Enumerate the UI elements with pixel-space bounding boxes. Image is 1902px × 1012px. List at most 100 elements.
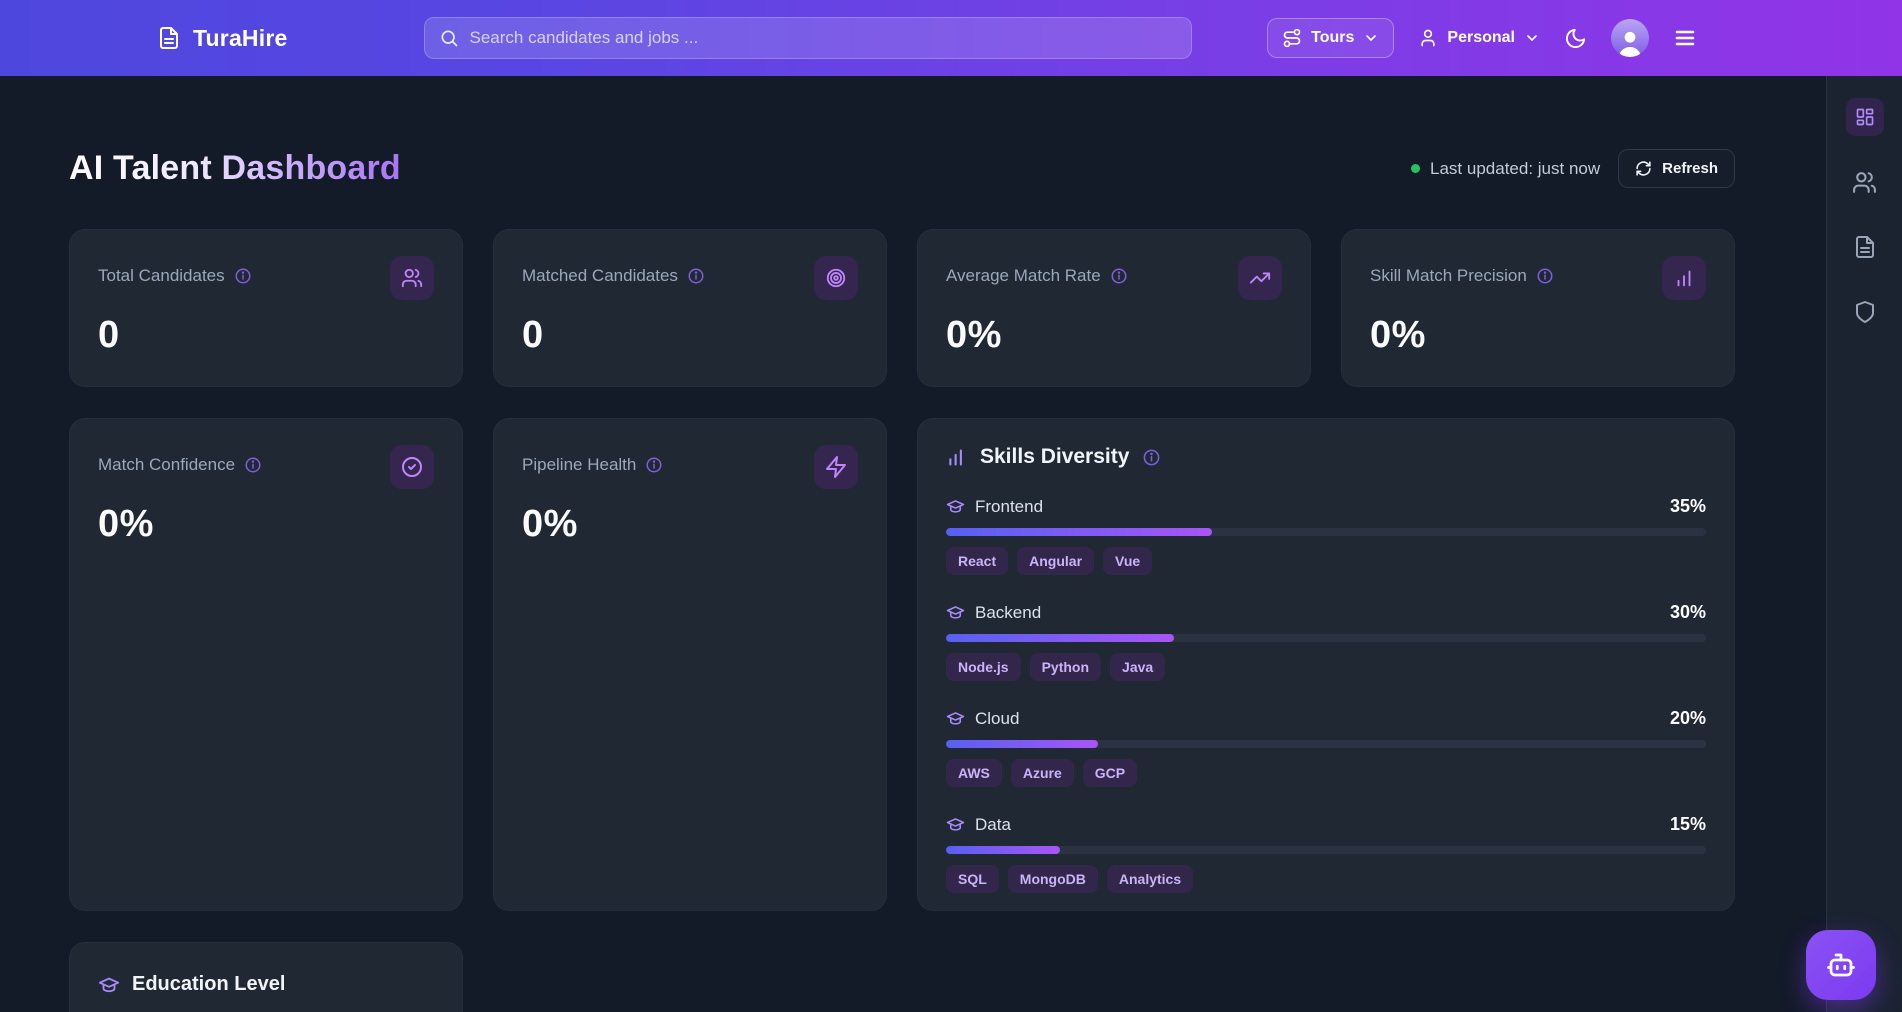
progress-bar [946, 634, 1706, 642]
dark-mode-toggle[interactable] [1564, 27, 1587, 50]
refresh-button[interactable]: Refresh [1618, 149, 1735, 188]
skill-tag: GCP [1082, 759, 1138, 787]
tours-button[interactable]: Tours [1267, 18, 1395, 58]
skill-tag: SQL [946, 865, 999, 893]
info-icon[interactable] [687, 267, 705, 285]
stat-value: 0% [946, 314, 1002, 356]
stat-value: 0% [1370, 314, 1426, 356]
main-content: AI Talent Dashboard Last updated: just n… [0, 76, 1826, 1012]
graduation-cap-icon [946, 709, 965, 728]
progress-fill [946, 740, 1098, 748]
bot-icon [1826, 950, 1856, 980]
progress-fill [946, 846, 1060, 854]
skill-row-backend: Backend 30% Node.js Python Java [946, 602, 1706, 681]
menu-icon [1673, 26, 1697, 50]
skill-tag: Angular [1017, 547, 1095, 575]
graduation-cap-icon [946, 815, 965, 834]
sidebar-item-documents[interactable] [1846, 228, 1884, 266]
users-icon [390, 256, 434, 300]
stat-label: Match Confidence [98, 455, 236, 474]
person-icon [1615, 27, 1645, 57]
skill-row-frontend: Frontend 35% React Angular Vue [946, 496, 1706, 575]
progress-bar [946, 528, 1706, 536]
stat-card-total-candidates: Total Candidates 0 [69, 229, 463, 387]
sidebar-item-dashboard[interactable] [1845, 98, 1884, 136]
stats-row-3: Education Level [69, 942, 1735, 1012]
info-icon[interactable] [645, 456, 663, 474]
chevron-down-icon [1524, 30, 1540, 46]
file-text-icon [157, 26, 181, 50]
bar-chart-icon [1662, 256, 1706, 300]
page-title-main: AI Talent [69, 149, 212, 187]
search-input[interactable] [469, 28, 1178, 48]
skill-tag: Azure [1010, 759, 1074, 787]
account-label: Personal [1447, 29, 1515, 46]
info-icon[interactable] [244, 456, 262, 474]
skill-name: Data [975, 814, 1011, 834]
skill-tag: React [946, 547, 1009, 575]
stat-card-skill-match-precision: Skill Match Precision 0% [1341, 229, 1735, 387]
sidebar-item-candidates[interactable] [1846, 163, 1884, 201]
stat-value: 0 [522, 314, 544, 356]
topbar-actions: Tours Personal [1267, 18, 1697, 58]
refresh-icon [1635, 160, 1652, 177]
stat-value: 0% [98, 503, 154, 545]
skill-tag: Vue [1103, 547, 1153, 575]
skill-tag: MongoDB [1007, 865, 1098, 893]
check-circle-icon [390, 445, 434, 489]
skills-diversity-panel: Skills Diversity Frontend 35% React Angu… [917, 418, 1735, 911]
zap-icon [814, 445, 858, 489]
skill-tag: Node.js [946, 653, 1021, 681]
skill-tag: Analytics [1106, 865, 1194, 893]
chevron-down-icon [1363, 30, 1379, 46]
info-icon[interactable] [1142, 448, 1161, 467]
search-bar [424, 17, 1193, 59]
ai-assistant-fab[interactable] [1806, 930, 1876, 1000]
last-updated-text: Last updated: just now [1430, 158, 1601, 178]
progress-fill [946, 634, 1174, 642]
stat-value: 0% [522, 503, 578, 545]
graduation-cap-icon [946, 603, 965, 622]
skill-percent: 20% [1669, 708, 1706, 728]
graduation-cap-icon [98, 974, 120, 996]
dashboard-icon [1855, 107, 1875, 127]
document-icon [1853, 235, 1877, 259]
shield-icon [1853, 300, 1877, 324]
search-icon [439, 28, 459, 48]
stat-value: 0 [98, 314, 120, 356]
progress-bar [946, 846, 1706, 854]
skill-percent: 35% [1669, 496, 1706, 516]
graduation-cap-icon [946, 497, 965, 516]
skill-name: Backend [975, 602, 1042, 622]
account-menu-button[interactable]: Personal [1418, 28, 1540, 48]
skill-percent: 15% [1669, 814, 1706, 834]
skill-row-cloud: Cloud 20% AWS Azure GCP [946, 708, 1706, 787]
stat-card-pipeline-health: Pipeline Health 0% [493, 418, 887, 911]
page-header: AI Talent Dashboard Last updated: just n… [69, 149, 1735, 188]
brand-name: TuraHire [193, 24, 288, 51]
progress-bar [946, 740, 1706, 748]
stats-row-1: Total Candidates 0 Matched Candidates 0 … [69, 229, 1735, 387]
status-dot [1411, 164, 1421, 173]
hamburger-menu-button[interactable] [1673, 26, 1697, 50]
users-icon [1852, 170, 1877, 195]
user-icon [1418, 28, 1438, 48]
info-icon[interactable] [234, 267, 252, 285]
avatar[interactable] [1611, 19, 1649, 57]
stat-label: Skill Match Precision [1370, 266, 1527, 285]
info-icon[interactable] [1110, 267, 1128, 285]
stat-card-match-confidence: Match Confidence 0% [69, 418, 463, 911]
skill-tag: Python [1029, 653, 1102, 681]
sidebar-item-security[interactable] [1846, 293, 1884, 331]
skill-tag: Java [1110, 653, 1166, 681]
stat-label: Pipeline Health [522, 455, 637, 474]
info-icon[interactable] [1536, 267, 1554, 285]
education-level-panel: Education Level [69, 942, 463, 1012]
brand[interactable]: TuraHire [157, 25, 287, 52]
route-icon [1282, 28, 1302, 48]
panel-title: Skills Diversity [980, 445, 1130, 468]
stat-label: Total Candidates [98, 266, 225, 285]
page-title-accent: Dashboard [221, 149, 401, 187]
topbar: TuraHire Tours Personal [0, 0, 1902, 76]
moon-icon [1564, 27, 1587, 50]
